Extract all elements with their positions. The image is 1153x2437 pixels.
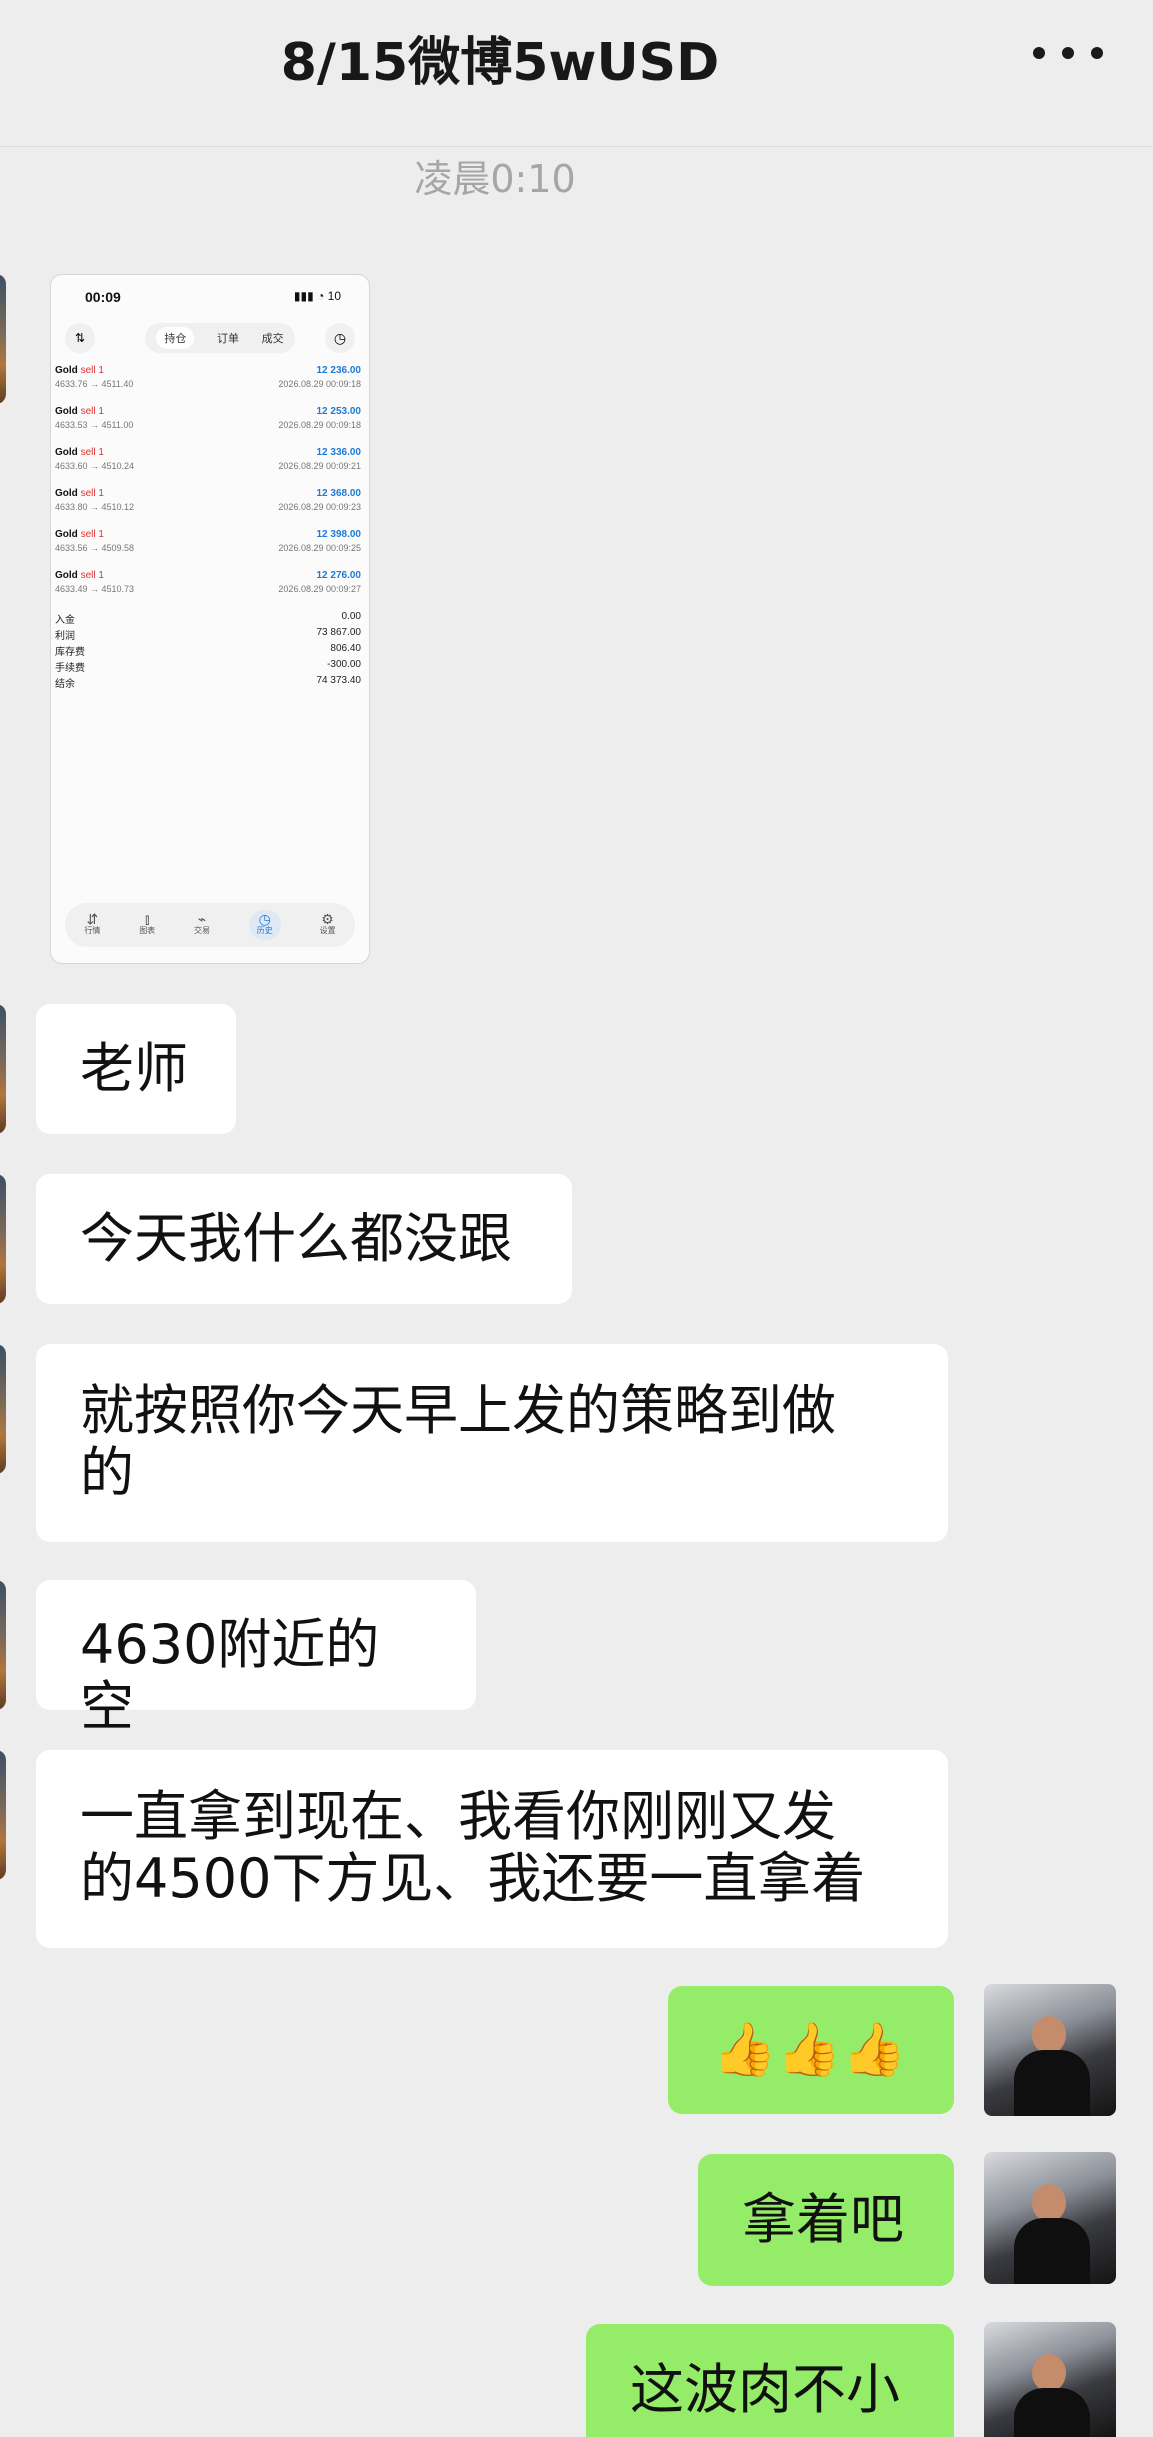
tab-deals: 成交 [261,333,284,345]
arrows-icon: ⇵ [86,911,99,927]
chart-icon: ⌁ [197,911,207,927]
more-dots-icon[interactable] [1033,28,1103,78]
trade-row: Gold sell 1 4633.49 → 4510.73 12 276.00 … [55,570,361,594]
tab-settings: ⚙ 设置 [319,911,336,935]
trade-row: Gold sell 1 4633.80 → 4510.12 12 368.00 … [55,488,361,512]
message-bubble-right[interactable]: 👍👍👍 [668,1986,954,2114]
trade-row: Gold sell 1 4633.60 → 4510.24 12 336.00 … [55,447,361,471]
user-avatar[interactable] [984,1984,1116,2116]
account-summary: 入金 0.00 利润 73 867.00 库存费 806.40 手续费 -300.00 … [55,611,361,690]
sort-icon: ⇅ [65,323,95,353]
contact-avatar[interactable] [0,1580,6,1710]
tab-history: ◷ 历史 [248,910,281,940]
contact-avatar[interactable] [0,1174,6,1304]
status-time: 00:09 [85,289,121,305]
message-timestamp: 凌晨0:10 [414,157,576,201]
message-bubble-right[interactable]: 拿着吧 [698,2154,954,2286]
candles-icon: ⫾ [144,911,150,927]
contact-avatar[interactable] [0,1344,6,1474]
contact-avatar[interactable] [0,274,6,404]
message-bubble-left[interactable]: 一直拿到现在、我看你刚刚又发 的4500下方见、我还要一直拿着 [36,1750,948,1948]
message-bubble-right[interactable]: 这波肉不小 [586,2324,954,2437]
trade-row: Gold sell 1 4633.76 → 4511.40 12 236.00 … [55,365,361,389]
tab-charts: ⫾ 图表 [139,911,156,935]
tab-positions: 持仓 [156,327,195,349]
trade-list: Gold sell 1 4633.76 → 4511.40 12 236.00 … [55,365,361,611]
trade-history-screenshot[interactable]: 00:09 ▮▮▮ ◔ 10 ⇅ 持仓 订单 成交 ◷ Gold sell 1 … [50,274,370,964]
user-avatar[interactable] [984,2152,1116,2284]
tab-trade: ⌁ 交易 [193,911,210,935]
chat-header: 8/15微博5wUSD [0,0,1153,147]
chat-title: 8/15微博5wUSD [280,33,720,93]
message-bubble-left[interactable]: 就按照你今天早上发的策略到做 的 [36,1344,948,1542]
trade-row: Gold sell 1 4633.56 → 4509.58 12 398.00 … [55,529,361,553]
message-bubble-left[interactable]: 今天我什么都没跟 [36,1174,572,1304]
gear-icon: ⚙ [321,911,334,927]
trade-tabs: 持仓 订单 成交 [145,323,295,353]
contact-avatar[interactable] [0,1750,6,1880]
message-bubble-left[interactable]: 老师 [36,1004,236,1134]
clock-icon: ◷ [325,323,355,353]
message-bubble-left[interactable]: 4630附近的空 [36,1580,476,1738]
user-avatar[interactable] [984,2322,1116,2437]
contact-avatar[interactable] [0,1004,6,1134]
trade-row: Gold sell 1 4633.53 → 4511.00 12 253.00 … [55,406,361,430]
status-icons: ▮▮▮ ◔ 10 [293,289,341,303]
tab-orders: 订单 [216,333,239,345]
clock-icon: ◷ [258,911,271,927]
app-tabbar: ⇵ 行情 ⫾ 图表 ⌁ 交易 ◷ 历史 ⚙ 设置 [65,903,355,947]
tab-quotes: ⇵ 行情 [84,911,101,935]
